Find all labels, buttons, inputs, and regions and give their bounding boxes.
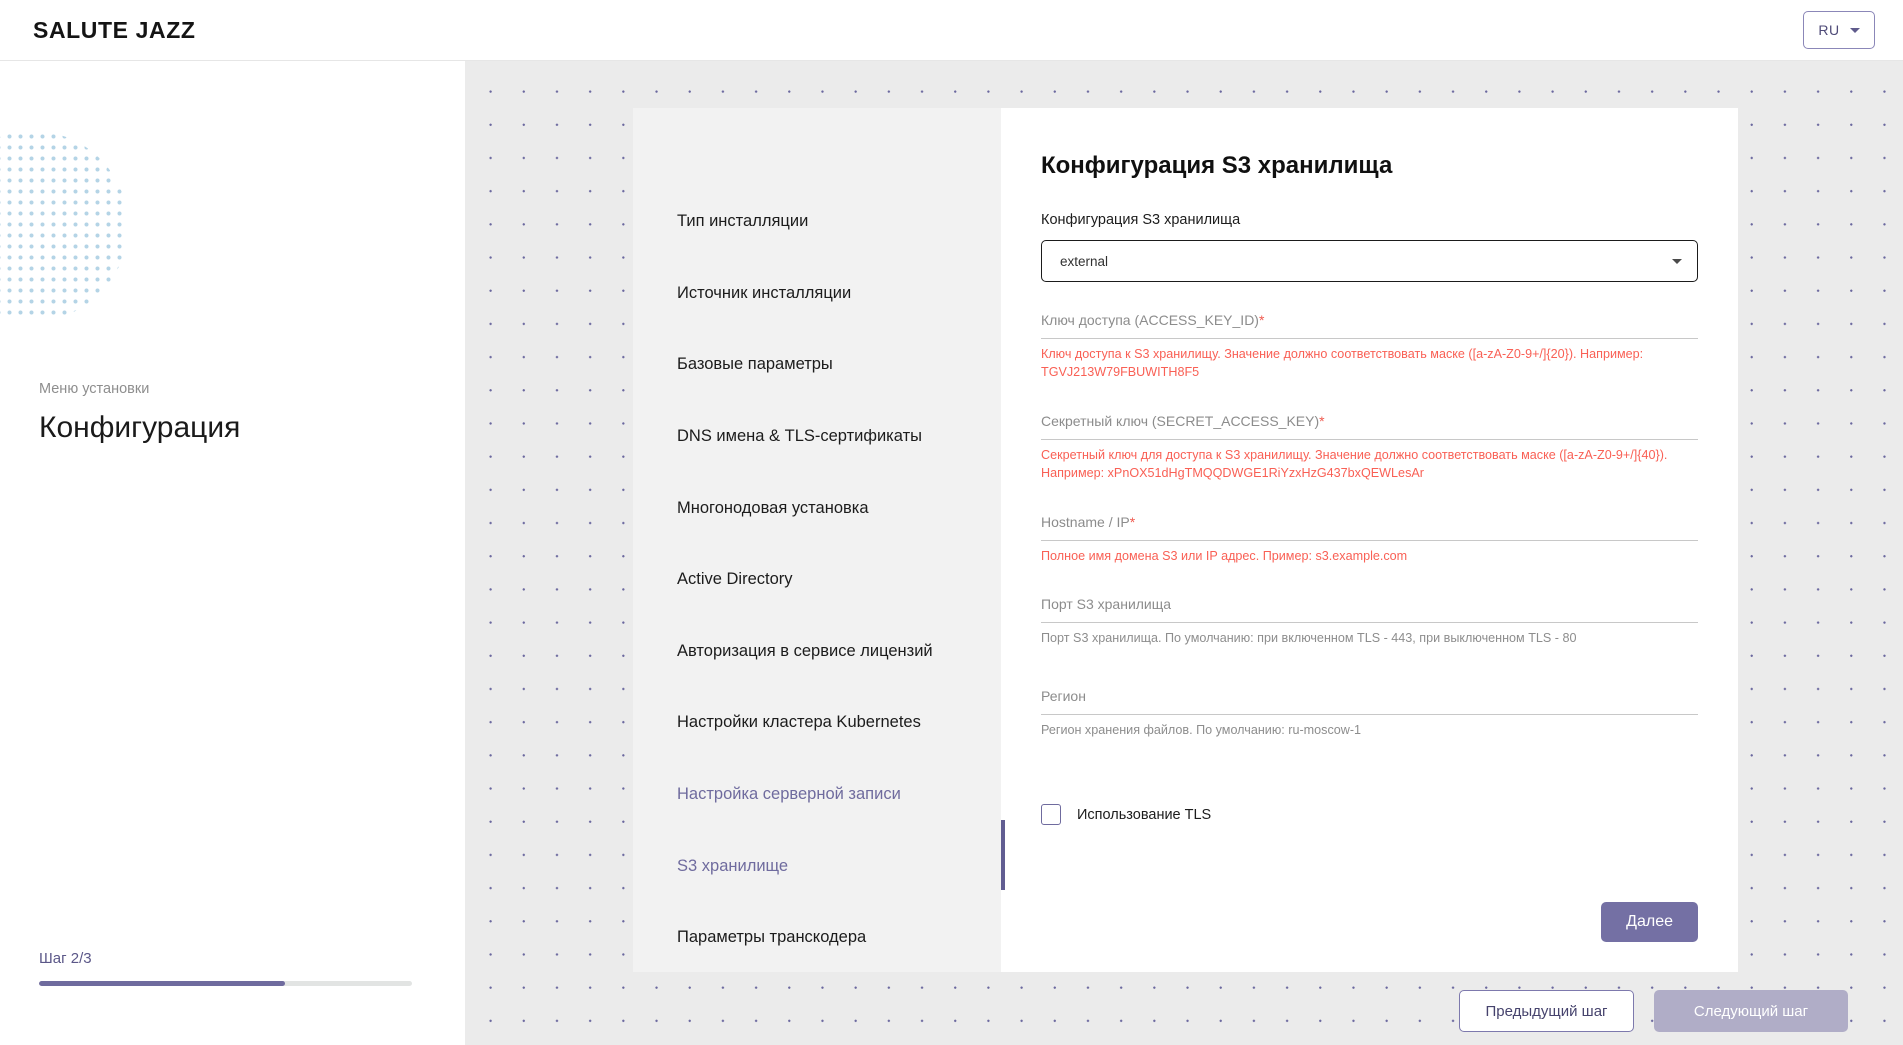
tls-checkbox[interactable] — [1041, 804, 1061, 826]
step-progress-bar — [39, 981, 412, 986]
nav-item-label: Базовые параметры — [677, 355, 833, 374]
form-field-hint: Ключ доступа к S3 хранилищу. Значение до… — [1041, 347, 1644, 379]
nav-item-2[interactable]: Базовые параметры — [633, 329, 1001, 401]
form-field-hint: Секретный ключ для доступа к S3 хранилищ… — [1041, 447, 1668, 480]
form-field-1: Секретный ключ (SECRET_ACCESS_KEY)* Секре… — [1041, 413, 1698, 508]
form-field-label: Секретный ключ (SECRET_ACCESS_KEY) — [1041, 412, 1320, 429]
field-spacer — [1041, 740, 1698, 774]
nav-item-8[interactable]: Настройка серверной записи — [633, 759, 1001, 831]
s3-config-select[interactable]: external — [1041, 240, 1698, 282]
nav-item-3[interactable]: DNS имена & TLS-сертификаты — [633, 401, 1001, 473]
install-menu-subtitle: Меню установки — [39, 381, 150, 397]
nav-item-label: S3 хранилище — [677, 856, 789, 875]
nav-item-label: Настройки кластера Kubernetes — [677, 713, 921, 732]
form-field-2: Hostname / IP* Полное имя домена S3 или I… — [1041, 514, 1698, 591]
chevron-down-icon — [1672, 258, 1682, 264]
form-field-label: Ключ доступа (ACCESS_KEY_ID) — [1041, 312, 1259, 328]
nav-item-label: Параметры транскодера — [677, 928, 867, 947]
step-indicator-label: Шаг 2/3 — [39, 950, 92, 967]
form-field-input[interactable]: Ключ доступа (ACCESS_KEY_ID)* — [1041, 312, 1698, 339]
form-field-0: Ключ доступа (ACCESS_KEY_ID)* Ключ доступ… — [1041, 312, 1698, 407]
form-field-input[interactable]: Порт S3 хранилища — [1041, 596, 1698, 624]
field-spacer — [1041, 565, 1698, 590]
form-field-hint: Порт S3 хранилища. По умолчанию: при вкл… — [1041, 631, 1577, 646]
form-field-3: Порт S3 хранилища Порт S3 хранилища. По у… — [1041, 596, 1698, 682]
step-progress-fill — [39, 981, 286, 986]
nav-item-6[interactable]: Авторизация в сервисе лицензий — [633, 616, 1001, 688]
form-field-input[interactable]: Hostname / IP* — [1041, 514, 1698, 541]
config-nav-panel: Тип инсталляции Источник инсталляции Базов… — [633, 108, 1001, 972]
nav-item-9[interactable]: S3 хранилище — [633, 830, 1001, 902]
form-field-label: Регион — [1041, 688, 1086, 705]
nav-item-label: Авторизация в сервисе лицензий — [677, 641, 933, 660]
form-field-input[interactable]: Регион — [1041, 688, 1698, 716]
s3-config-form-card: Конфигурация S3 хранилища Конфигурация S… — [1001, 108, 1738, 972]
required-asterisk-icon: * — [1319, 412, 1325, 429]
nav-item-label: Тип инсталляции — [677, 212, 809, 231]
form-field-4: Регион Регион хранения файлов. По умолчан… — [1041, 688, 1698, 774]
form-field-input[interactable]: Секретный ключ (SECRET_ACCESS_KEY)* — [1041, 413, 1698, 440]
nav-item-5[interactable]: Active Directory — [633, 544, 1001, 616]
nav-item-label: Настройка серверной записи — [677, 785, 901, 804]
active-section-indicator — [1001, 820, 1005, 890]
nav-item-10[interactable]: Параметры транскодера — [633, 902, 1001, 974]
nav-item-label: Многонодовая установка — [677, 498, 869, 517]
s3-config-select-label: Конфигурация S3 хранилища — [1041, 212, 1241, 228]
language-selector-label: RU — [1818, 22, 1840, 38]
nav-item-label: DNS имена & TLS-сертификаты — [677, 427, 922, 446]
required-asterisk-icon: * — [1129, 513, 1136, 530]
form-field-hint: Регион хранения файлов. По умолчанию: ru… — [1041, 723, 1362, 738]
form-submit-button[interactable]: Далее — [1601, 902, 1698, 942]
previous-step-button[interactable]: Предыдущий шаг — [1459, 990, 1634, 1032]
tls-checkbox-label: Использование TLS — [1077, 806, 1212, 823]
nav-item-4[interactable]: Многонодовая установка — [633, 472, 1001, 544]
form-field-hint: Полное имя домена S3 или IP адрес. Приме… — [1041, 548, 1408, 563]
tls-checkbox-row[interactable]: Использование TLS — [1041, 804, 1698, 826]
form-field-label: Hostname / IP — [1041, 513, 1130, 530]
next-step-button[interactable]: Следующий шаг — [1654, 990, 1848, 1032]
language-selector[interactable]: RU — [1803, 11, 1875, 49]
nav-item-label: Active Directory — [677, 570, 793, 589]
field-spacer — [1041, 483, 1698, 508]
nav-item-label: Источник инсталляции — [677, 283, 852, 302]
form-title: Конфигурация S3 хранилища — [1041, 152, 1393, 179]
nav-item-7[interactable]: Настройки кластера Kubernetes — [633, 687, 1001, 759]
field-spacer — [1041, 648, 1698, 682]
top-bar: SALUTE JAZZ RU — [0, 0, 1903, 61]
left-rail: Меню установки Конфигурация Шаг 2/3 — [0, 61, 465, 1045]
nav-item-0[interactable]: Тип инсталляции — [633, 186, 1001, 258]
dot-grid-circle-icon — [0, 131, 128, 321]
app-brand-logo: SALUTE JAZZ — [33, 16, 196, 43]
config-nav-list: Тип инсталляции Источник инсталляции Базов… — [633, 108, 1001, 974]
nav-item-1[interactable]: Источник инсталляции — [633, 258, 1001, 330]
form-field-label: Порт S3 хранилища — [1041, 596, 1172, 613]
s3-config-select-value: external — [1060, 253, 1109, 269]
s3-form-fields: Ключ доступа (ACCESS_KEY_ID)* Ключ доступ… — [1041, 312, 1698, 774]
page-title: Конфигурация — [39, 411, 241, 444]
field-spacer — [1041, 382, 1698, 407]
chevron-down-icon — [1849, 27, 1860, 33]
required-asterisk-icon: * — [1258, 312, 1265, 328]
